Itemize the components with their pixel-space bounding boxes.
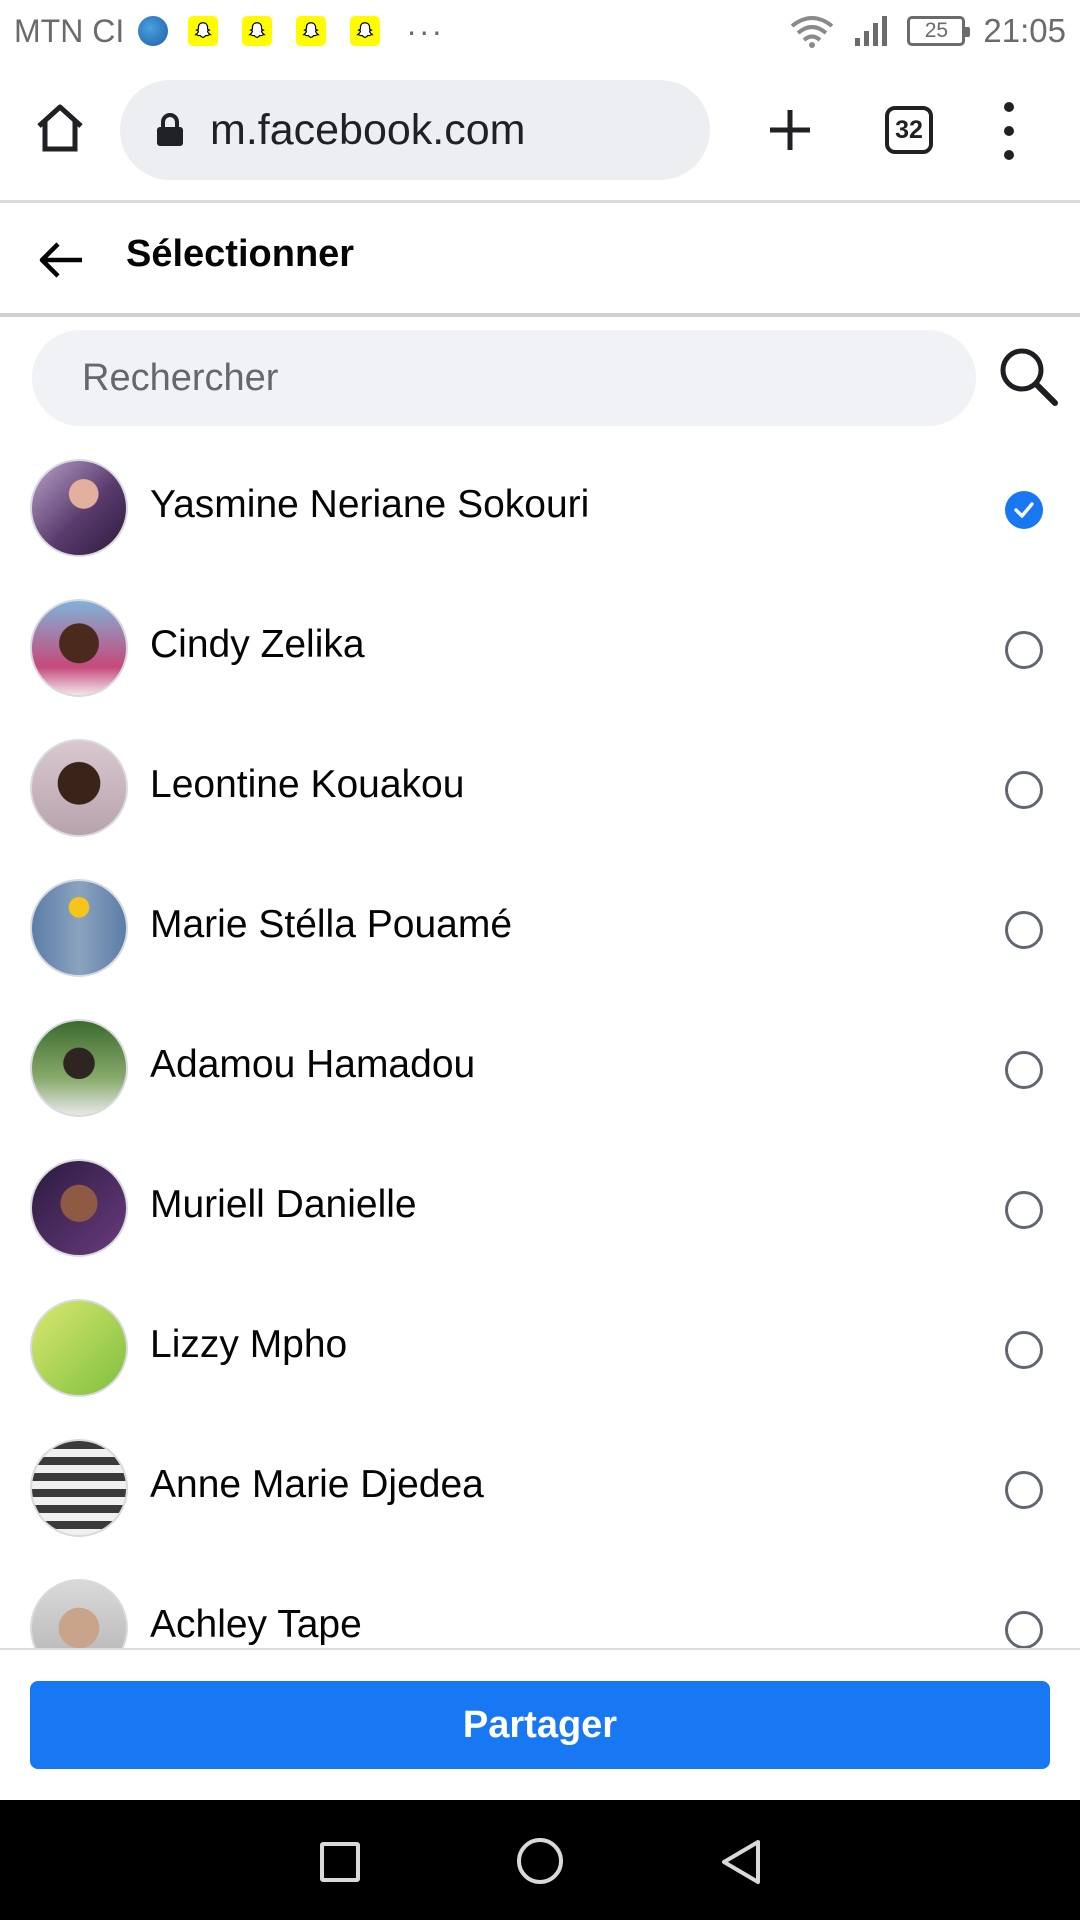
browser-notification-icon	[138, 16, 169, 46]
tab-switcher-button[interactable]: 32	[885, 106, 933, 154]
system-nav-bar	[0, 1800, 1080, 1920]
search-input[interactable]: Rechercher	[32, 330, 976, 426]
signal-icon	[855, 16, 888, 46]
avatar	[30, 1159, 128, 1257]
clock: 21:05	[983, 12, 1066, 49]
avatar	[30, 1439, 128, 1537]
friend-row[interactable]: Adamou Hamadou	[0, 1015, 1080, 1155]
friend-name: Yasmine Neriane Sokouri	[150, 483, 590, 526]
friend-name: Adamou Hamadou	[150, 1043, 476, 1086]
footer-divider	[0, 1648, 1080, 1650]
back-triangle-icon[interactable]	[718, 1838, 764, 1886]
friend-row[interactable]: Marie Stélla Pouamé	[0, 875, 1080, 1015]
snapchat-icon	[350, 16, 381, 46]
radio-button[interactable]	[1005, 1191, 1043, 1229]
search-icon[interactable]	[996, 344, 1060, 408]
browser-toolbar: m.facebook.com 32	[0, 62, 1080, 200]
friend-row[interactable]: Muriell Danielle	[0, 1155, 1080, 1295]
friend-list: Yasmine Neriane Sokouri Cindy Zelika Leo…	[0, 455, 1080, 1648]
new-tab-plus-icon[interactable]	[766, 106, 814, 154]
home-circle-icon[interactable]	[517, 1838, 563, 1884]
recents-square-icon[interactable]	[320, 1842, 360, 1882]
radio-button[interactable]	[1005, 631, 1043, 669]
home-icon[interactable]	[34, 102, 86, 154]
wifi-icon	[791, 16, 834, 48]
avatar	[30, 739, 128, 837]
status-right: 25 21:05	[789, 12, 1066, 50]
friend-row[interactable]: Leontine Kouakou	[0, 735, 1080, 875]
selected-checkmark-icon[interactable]	[1005, 491, 1043, 529]
radio-button[interactable]	[1005, 1331, 1043, 1369]
status-left: MTN CI ···	[14, 13, 444, 50]
radio-button[interactable]	[1005, 1611, 1043, 1648]
snapchat-icon	[188, 16, 219, 46]
page-header: Sélectionner	[0, 203, 1080, 313]
avatar	[30, 459, 128, 557]
friend-row[interactable]: Achley Tape	[0, 1575, 1080, 1648]
lock-icon	[157, 113, 183, 146]
friend-name: Lizzy Mpho	[150, 1323, 348, 1366]
status-bar: MTN CI ··· 25 21:05	[0, 0, 1080, 62]
friend-name: Cindy Zelika	[150, 623, 365, 666]
snapchat-icon	[296, 16, 327, 46]
url-text: m.facebook.com	[210, 105, 526, 154]
browser-menu-icon[interactable]	[996, 102, 1022, 160]
friend-name: Anne Marie Djedea	[150, 1463, 484, 1506]
avatar	[30, 599, 128, 697]
header-divider	[0, 313, 1080, 317]
friend-name: Muriell Danielle	[150, 1183, 417, 1226]
battery-icon: 25	[907, 16, 971, 46]
friend-name: Achley Tape	[150, 1603, 362, 1646]
avatar	[30, 1579, 128, 1648]
friend-name: Leontine Kouakou	[150, 763, 465, 806]
radio-button[interactable]	[1005, 1051, 1043, 1089]
friend-name: Marie Stélla Pouamé	[150, 903, 513, 946]
more-notifications-icon: ···	[406, 12, 445, 49]
avatar	[30, 879, 128, 977]
share-button[interactable]: Partager	[30, 1681, 1050, 1769]
friend-row[interactable]: Anne Marie Djedea	[0, 1435, 1080, 1575]
avatar	[30, 1299, 128, 1397]
back-arrow-icon[interactable]	[36, 235, 86, 285]
radio-button[interactable]	[1005, 1471, 1043, 1509]
friend-row[interactable]: Yasmine Neriane Sokouri	[0, 455, 1080, 595]
snapchat-icon	[242, 16, 273, 46]
carrier-label: MTN CI	[14, 12, 125, 49]
friend-row[interactable]: Lizzy Mpho	[0, 1295, 1080, 1435]
page-title: Sélectionner	[126, 233, 355, 275]
url-bar[interactable]: m.facebook.com	[120, 80, 710, 180]
radio-button[interactable]	[1005, 771, 1043, 809]
avatar	[30, 1019, 128, 1117]
friend-row[interactable]: Cindy Zelika	[0, 595, 1080, 735]
radio-button[interactable]	[1005, 911, 1043, 949]
